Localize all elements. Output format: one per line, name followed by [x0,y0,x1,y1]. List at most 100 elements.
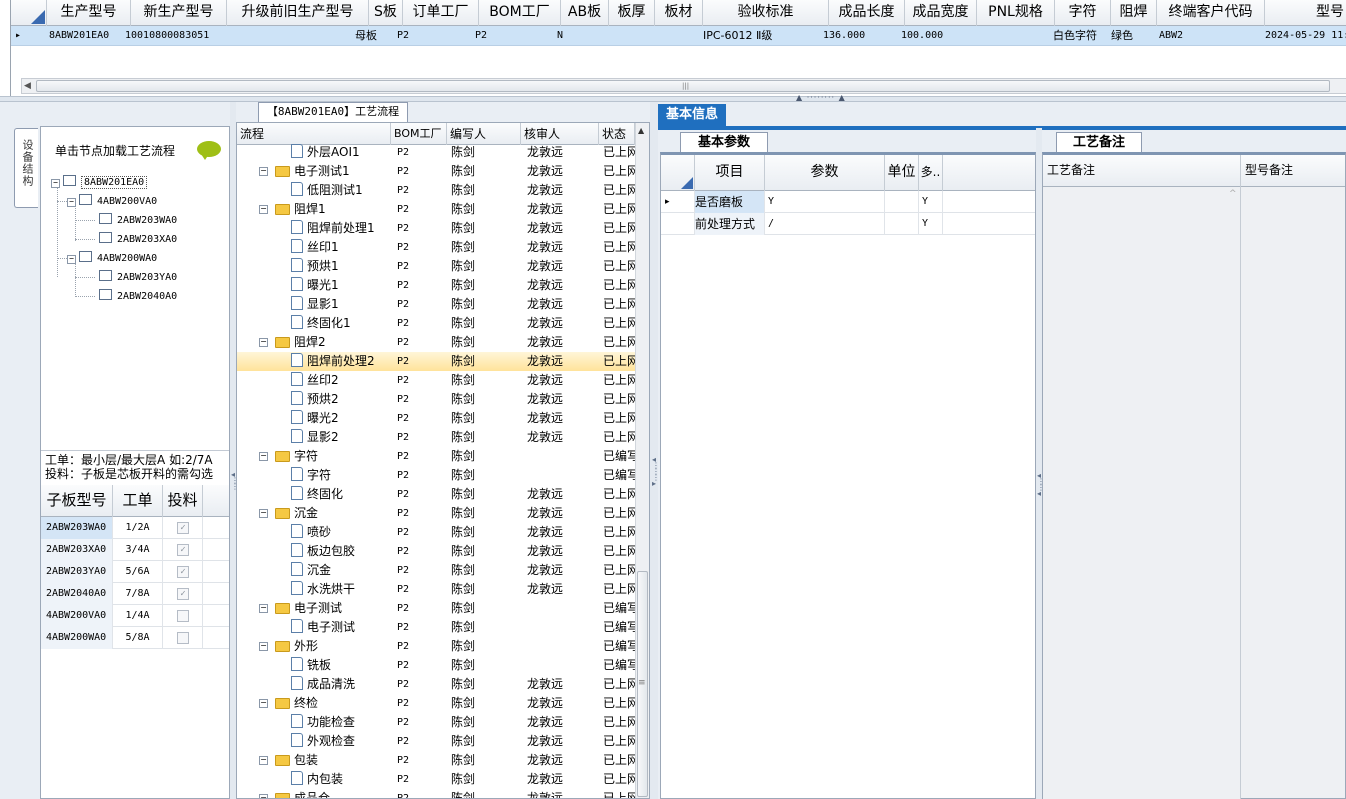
flow-row[interactable]: 阻焊前处理1 P2 陈剑 龙敦远 已上网 [237,219,635,238]
cell-sub-model[interactable]: 2ABW2040A0 [41,583,113,605]
flow-row[interactable]: − 电子测试1 P2 陈剑 龙敦远 已上网 [237,162,635,181]
tree-node-2abw203xa0[interactable]: 2ABW203XA0 [99,232,177,248]
tree-node-4abw200va0[interactable]: − 4ABW200VA0 [67,194,157,210]
feed-checkbox[interactable] [177,610,189,622]
col-header-material[interactable]: 板材 [655,0,703,26]
collapse-icon[interactable]: − [259,699,268,708]
col-header-order[interactable]: 工单 [113,485,163,517]
col-header-length[interactable]: 成品长度 [829,0,905,26]
tree-node-2abw203ya0[interactable]: 2ABW203YA0 [99,270,177,286]
cell-standard[interactable]: IPC-6012 Ⅱ级 [703,26,827,46]
cell-sub-model[interactable]: 4ABW200WA0 [41,627,113,649]
flow-row[interactable]: 沉金 P2 陈剑 龙敦远 已上网 [237,561,635,580]
vertical-splitter-middle[interactable]: ◂ ⋮ ⋮ ⋮ ▸ [650,102,660,799]
collapse-icon[interactable]: − [67,198,76,207]
flow-row[interactable]: 铣板 P2 陈剑 已编写 [237,656,635,675]
cell-unit[interactable] [885,213,919,235]
collapse-icon[interactable]: − [259,452,268,461]
col-header-prod-model[interactable]: 生产型号 [47,0,131,26]
cell-multi[interactable]: Y [919,191,943,213]
feed-checkbox[interactable]: ✓ [177,522,189,534]
collapse-icon[interactable]: − [259,604,268,613]
cell-sub-model[interactable]: 2ABW203XA0 [41,539,113,561]
flow-row[interactable]: − 成品仓 P2 陈剑 龙敦远 已上网 [237,789,635,798]
flow-row[interactable]: 终固化1 P2 陈剑 龙敦远 已上网 [237,314,635,333]
flow-row[interactable]: − 字符 P2 陈剑 已编写 [237,447,635,466]
tab-process-flow[interactable]: 【8ABW201EA0】工艺流程 [258,102,408,122]
flow-row[interactable]: 电子测试 P2 陈剑 已编写 [237,618,635,637]
flow-row[interactable]: − 包装 P2 陈剑 龙敦远 已上网 [237,751,635,770]
col-header-standard[interactable]: 验收标准 [703,0,829,26]
collapse-icon[interactable]: − [67,255,76,264]
collapse-icon[interactable]: − [259,756,268,765]
col-header-writer[interactable]: 编写人 [447,123,521,145]
flow-row[interactable]: 字符 P2 陈剑 已编写 [237,466,635,485]
col-header-thickness[interactable]: 板厚 [609,0,655,26]
tree-node-root[interactable]: − 8ABW201EA0 [51,175,148,191]
cell-width[interactable]: 100.000 [901,26,971,46]
vertical-tab-device-structure[interactable]: 设备结构 [14,128,38,208]
cell-material[interactable] [657,26,697,46]
table-row[interactable]: 2ABW203XA0 3/4A ✓ [41,539,229,561]
cell-prod-model[interactable]: 8ABW201EA0 [49,26,131,46]
table-row[interactable]: 4ABW200WA0 5/8A [41,627,229,649]
flow-row[interactable]: 预烘1 P2 陈剑 龙敦远 已上网 [237,257,635,276]
flow-row[interactable]: 外观检查 P2 陈剑 龙敦远 已上网 [237,732,635,751]
tree-node-2abw2040a0[interactable]: 2ABW2040A0 [99,289,177,305]
cell-new-model[interactable]: 10010800083051 [125,26,227,46]
collapse-icon[interactable]: − [51,179,60,188]
vertical-scrollbar[interactable]: ▲ ≡ [635,123,649,798]
flow-row[interactable]: 丝印1 P2 陈剑 龙敦远 已上网 [237,238,635,257]
cell-item[interactable]: 是否磨板 [695,191,765,213]
flow-row[interactable]: 喷砂 P2 陈剑 龙敦远 已上网 [237,523,635,542]
table-row[interactable]: 2ABW203WA0 1/2A ✓ [41,517,229,539]
col-header-process-remark[interactable]: 工艺备注 [1043,155,1241,187]
col-header-char[interactable]: 字符 [1055,0,1111,26]
cell-char[interactable]: 白色字符 [1053,26,1111,46]
cell-order[interactable]: 5/8A [113,627,163,649]
col-header-old-model[interactable]: 升级前旧生产型号 [227,0,369,26]
flow-row[interactable]: 丝印2 P2 陈剑 龙敦远 已上网 [237,371,635,390]
cell-order[interactable]: 5/6A [113,561,163,583]
table-row[interactable]: ▸ 是否磨板 Y Y [661,191,1035,213]
col-header-item[interactable]: 项目 [695,155,765,191]
col-header-new-model[interactable]: 新生产型号 [131,0,227,26]
flow-row[interactable]: 板边包胶 P2 陈剑 龙敦远 已上网 [237,542,635,561]
cell-param[interactable]: Y [765,191,885,213]
flow-row[interactable]: 成品清洗 P2 陈剑 龙敦远 已上网 [237,675,635,694]
flow-row[interactable]: − 终检 P2 陈剑 龙敦远 已上网 [237,694,635,713]
table-row[interactable]: 4ABW200VA0 1/4A [41,605,229,627]
cell-customer[interactable]: ABW2 [1159,26,1259,46]
col-header-bom[interactable]: BOM工厂 [391,123,447,145]
flow-row[interactable]: 阻焊前处理2 P2 陈剑 龙敦远 已上网 [237,352,635,371]
flow-row[interactable]: 终固化 P2 陈剑 龙敦远 已上网 [237,485,635,504]
collapse-icon[interactable]: − [259,509,268,518]
cell-length[interactable]: 136.000 [823,26,893,46]
process-remark-textarea[interactable]: ^ [1043,187,1241,799]
tree-node-4abw200wa0[interactable]: − 4ABW200WA0 [67,251,157,267]
cell-s-board[interactable]: 母板 [355,26,395,46]
cell-order-factory[interactable]: P2 [397,26,467,46]
flow-row[interactable]: − 阻焊1 P2 陈剑 龙敦远 已上网 [237,200,635,219]
cell-order[interactable]: 1/4A [113,605,163,627]
flow-row[interactable]: 水洗烘干 P2 陈剑 龙敦远 已上网 [237,580,635,599]
tab-basic-info[interactable]: 基本信息 [658,104,726,126]
col-header-customer[interactable]: 终端客户代码 [1157,0,1265,26]
flow-row[interactable]: − 沉金 P2 陈剑 龙敦远 已上网 [237,504,635,523]
col-header-model[interactable]: 型号 [1265,0,1346,26]
cell-solder[interactable]: 绿色 [1111,26,1155,46]
feed-checkbox[interactable]: ✓ [177,588,189,600]
cell-ab-board[interactable]: N [557,26,597,46]
flow-row[interactable]: 内包装 P2 陈剑 龙敦远 已上网 [237,770,635,789]
table-row[interactable]: ▸ 8ABW201EA0 10010800083051 母板 P2 P2 N I… [11,26,1346,46]
col-header-reviewer[interactable]: 核审人 [521,123,599,145]
table-row[interactable]: 2ABW2040A0 7/8A ✓ [41,583,229,605]
flow-row[interactable]: 预烘2 P2 陈剑 龙敦远 已上网 [237,390,635,409]
cell-sub-model[interactable]: 2ABW203WA0 [41,517,113,539]
flow-row[interactable]: 低阻测试1 P2 陈剑 龙敦远 已上网 [237,181,635,200]
cell-old-model[interactable] [229,26,367,46]
col-header-order-factory[interactable]: 订单工厂 [403,0,479,26]
col-header-flow[interactable]: 流程 [237,123,391,145]
col-header-status[interactable]: 状态 [599,123,635,145]
tab-basic-params[interactable]: 基本参数 [680,132,768,152]
